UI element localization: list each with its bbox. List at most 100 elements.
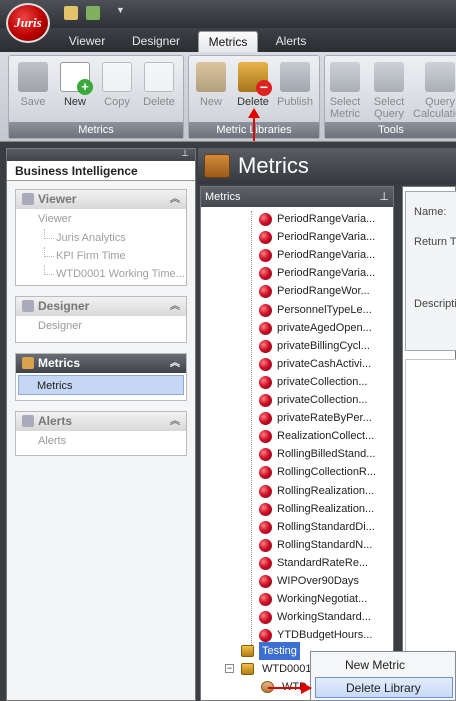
context-menu: New Metric Delete Library xyxy=(310,651,456,701)
ribbon-group-tools: Select Metric Select Query Query Calcula… xyxy=(324,55,456,139)
delete-document-icon xyxy=(144,62,174,92)
quick-access-dropdown-icon[interactable]: ▼ xyxy=(116,5,125,15)
new-document-icon: + xyxy=(60,62,93,95)
save-button[interactable]: Save xyxy=(13,60,53,118)
metric-ball-icon xyxy=(259,556,272,570)
plus-icon: + xyxy=(77,79,93,95)
annotation-arrow-up xyxy=(248,108,260,141)
select-metric-icon xyxy=(330,62,360,92)
tab-designer[interactable]: Designer xyxy=(124,31,188,52)
metrics-tree-panel: Metrics ⊥ PeriodRangeVaria... PeriodRange… xyxy=(200,186,394,701)
metric-ball-icon xyxy=(259,502,272,516)
title-bar: ▼ xyxy=(0,0,456,28)
alerts-icon xyxy=(22,415,34,427)
tab-viewer[interactable]: Viewer xyxy=(58,31,116,52)
abacus-icon xyxy=(204,154,230,178)
metric-ball-icon xyxy=(259,321,272,335)
page-title: Metrics xyxy=(238,153,309,178)
new-metric-button[interactable]: + New xyxy=(55,60,95,118)
nav-item-alerts[interactable]: Alerts xyxy=(16,431,186,451)
library-folder-icon xyxy=(241,645,254,657)
left-navigation-panel: ⊥ Business Intelligence Viewer ︽ Viewer … xyxy=(6,148,196,701)
nav-item-viewer[interactable]: Viewer xyxy=(16,209,186,229)
ribbon-group-label: Tools xyxy=(325,122,456,138)
copy-icon xyxy=(102,62,132,92)
section-header-alerts[interactable]: Alerts ︽ xyxy=(16,412,186,431)
nav-subitem-kpi-firm-time[interactable]: KPI Firm Time xyxy=(16,247,186,265)
ribbon-group-label: Metrics xyxy=(9,122,183,138)
query-calculation-icon xyxy=(425,62,455,92)
collapse-icon[interactable]: ︽ xyxy=(170,190,180,209)
collapse-icon[interactable]: ︽ xyxy=(170,412,180,431)
metric-ball-icon xyxy=(259,213,272,226)
query-calculation-button[interactable]: Query Calculation xyxy=(413,60,456,120)
collapse-toggle-icon[interactable]: − xyxy=(225,664,234,673)
ribbon-tabs: Viewer Designer Metrics Alerts xyxy=(0,28,456,52)
pin-icon[interactable]: ⊥ xyxy=(379,187,389,207)
metric-ball-icon xyxy=(259,339,272,353)
app-logo[interactable]: Juris xyxy=(6,3,50,43)
metric-ball-icon xyxy=(259,231,272,245)
delete-library-icon: − xyxy=(238,62,272,96)
new-library-icon xyxy=(196,62,226,92)
viewer-icon xyxy=(22,193,34,205)
nav-subitem-wtd0001[interactable]: WTD0001 Working Time... xyxy=(16,265,186,283)
section-viewer: Viewer ︽ Viewer Juris Analytics KPI Firm… xyxy=(15,189,187,286)
section-designer: Designer ︽ Designer xyxy=(15,296,187,343)
ribbon-group-metrics: Save + New Copy Delete Metrics xyxy=(8,55,184,139)
save-icon xyxy=(18,62,48,92)
designer-icon xyxy=(22,300,34,312)
metric-ball-icon xyxy=(259,484,272,498)
metric-detail-lower xyxy=(405,359,456,699)
ribbon: Save + New Copy Delete Metrics New − Del… xyxy=(0,52,456,142)
metric-ball-icon xyxy=(259,575,272,588)
metric-ball-icon xyxy=(259,466,272,480)
menu-item-delete-library[interactable]: Delete Library xyxy=(315,677,453,698)
tree-header: Metrics ⊥ xyxy=(201,187,393,207)
publish-button[interactable]: Publish xyxy=(275,60,315,118)
nav-item-metrics[interactable]: Metrics xyxy=(18,375,184,395)
section-header-metrics[interactable]: Metrics ︽ xyxy=(16,354,186,373)
section-alerts: Alerts ︽ Alerts xyxy=(15,411,187,456)
collapse-icon[interactable]: ︽ xyxy=(170,297,180,316)
annotation-arrow-right xyxy=(268,682,312,694)
tab-metrics[interactable]: Metrics xyxy=(198,31,258,52)
pin-icon[interactable]: ⊥ xyxy=(181,148,189,159)
quick-access-doc-icon[interactable] xyxy=(86,6,100,20)
tab-alerts[interactable]: Alerts xyxy=(268,31,314,52)
return-type-label: Return Ty xyxy=(414,236,456,248)
tree-guide-line xyxy=(251,211,252,651)
library-folder-icon xyxy=(241,663,254,675)
metric-ball-icon xyxy=(259,538,272,552)
metric-ball-icon xyxy=(259,267,272,281)
section-header-designer[interactable]: Designer ︽ xyxy=(16,297,186,316)
metric-ball-icon xyxy=(259,249,272,263)
metric-ball-icon xyxy=(259,357,272,371)
metric-ball-icon xyxy=(259,285,272,299)
metric-ball-icon xyxy=(259,611,272,625)
collapse-icon[interactable]: ︽ xyxy=(170,354,180,373)
copy-button[interactable]: Copy xyxy=(97,60,137,118)
metric-ball-icon xyxy=(259,430,272,444)
delete-metric-button[interactable]: Delete xyxy=(139,60,179,118)
metric-ball-icon xyxy=(259,520,272,534)
nav-item-designer[interactable]: Designer xyxy=(16,316,186,336)
quick-access-folder-icon[interactable] xyxy=(64,6,78,20)
nav-subitem-juris-analytics[interactable]: Juris Analytics xyxy=(16,229,186,247)
description-label: Descriptio xyxy=(414,298,456,310)
panel-header-bar: ⊥ xyxy=(7,148,195,161)
metric-ball-icon xyxy=(259,593,272,607)
section-header-viewer[interactable]: Viewer ︽ xyxy=(16,190,186,209)
select-query-icon xyxy=(374,62,404,92)
metrics-icon xyxy=(22,357,34,369)
select-query-button[interactable]: Select Query xyxy=(369,60,409,120)
minus-icon: − xyxy=(256,80,272,96)
select-metric-button[interactable]: Select Metric xyxy=(325,60,365,120)
metric-ball-icon xyxy=(259,303,272,317)
panel-title: Business Intelligence xyxy=(7,161,195,181)
menu-item-new-metric[interactable]: New Metric xyxy=(315,655,453,676)
metric-ball-icon xyxy=(259,394,272,407)
new-library-button[interactable]: New xyxy=(191,60,231,118)
metric-ball-icon xyxy=(259,412,272,426)
metric-ball-icon xyxy=(259,629,272,643)
